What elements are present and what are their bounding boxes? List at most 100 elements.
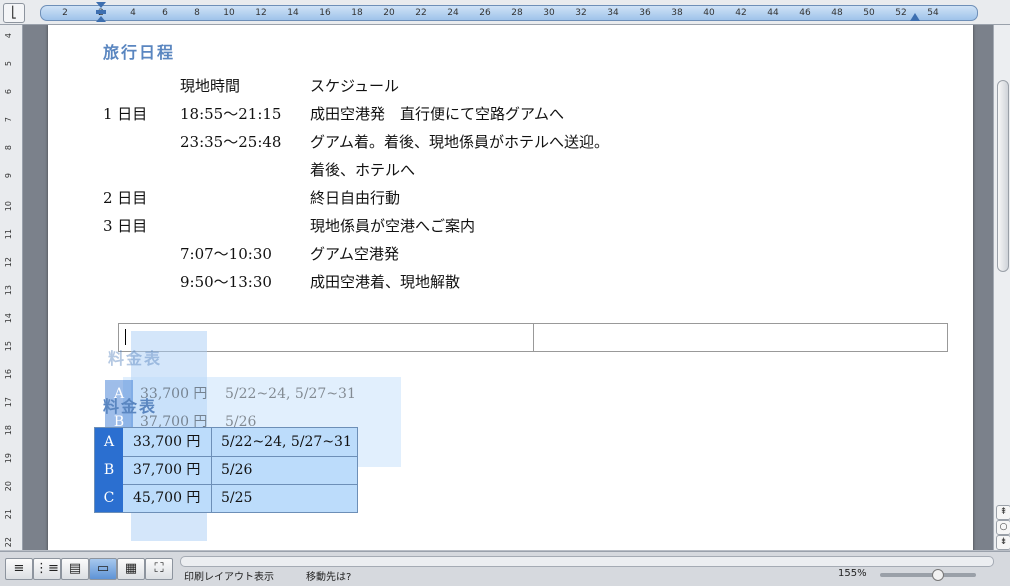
vertical-ruler-tick-label: 19: [4, 453, 13, 464]
ruler-track[interactable]: 2246810121416182022242628303234363840424…: [40, 5, 978, 21]
itinerary-row: 3 日目 現地係員が空港へご案内: [103, 215, 803, 243]
goto-label[interactable]: 移動先は?: [306, 568, 351, 583]
ruler-tick-label: 16: [319, 8, 331, 18]
left-indent-marker[interactable]: [96, 2, 106, 22]
price-row[interactable]: C 45,700 円 5/25: [95, 484, 357, 512]
scroll-thumb[interactable]: [997, 80, 1009, 272]
vertical-scrollbar[interactable]: ⇞ ○ ⇟: [993, 25, 1010, 550]
time-column-header: 現地時間: [180, 77, 241, 95]
vertical-ruler-tick-label: 22: [4, 537, 13, 548]
ruler-tick-label: 22: [415, 8, 427, 18]
price-code: A: [95, 428, 123, 456]
price-code: B: [95, 456, 123, 484]
vertical-ruler-tick-label: 17: [4, 397, 13, 408]
zoom-label: 155%: [838, 568, 867, 579]
full-screen-view-icon[interactable]: ⛶: [145, 558, 173, 580]
print-layout-view-icon[interactable]: ▭: [89, 558, 117, 580]
view-mode-label: 印刷レイアウト表示: [184, 572, 274, 583]
ruler-tick-label: 20: [383, 8, 395, 18]
next-page-icon[interactable]: ⇟: [996, 535, 1010, 550]
document-page[interactable]: 旅行日程 現地時間 スケジュール 1 日目 18:55～21:15 成田空港発 …: [48, 25, 973, 550]
previous-page-icon[interactable]: ⇞: [996, 505, 1010, 520]
schedule-column-header: スケジュール: [310, 77, 399, 95]
ruler-tick-label: 54: [927, 8, 939, 18]
day-label: 1 日目: [103, 105, 148, 123]
horizontal-ruler[interactable]: ⎣ 22468101214161820222426283032343638404…: [0, 0, 1010, 25]
price-value: 37,700 円: [133, 462, 201, 478]
schedule-text: 成田空港着、現地解散: [310, 273, 461, 291]
itinerary-row: 23:35～25:48 グアム着。着後、現地係員がホテルへ送迎。: [103, 131, 803, 159]
vertical-ruler-tick-label: 15: [4, 341, 13, 352]
vertical-ruler-tick-label: 7: [4, 117, 13, 123]
price-dates: 5/25: [221, 490, 253, 506]
outline-view-icon[interactable]: ⋮≡: [33, 558, 61, 580]
ruler-tick-label: 26: [479, 8, 491, 18]
ruler-tick-label: 52: [895, 8, 907, 18]
cell-divider: [211, 428, 212, 456]
text-caret: [125, 329, 126, 345]
ruler-tick-label: 4: [130, 8, 136, 18]
ruler-tick-label: 2: [62, 8, 68, 18]
ghost-dates: 5/22~24, 5/27~31: [225, 386, 356, 402]
price-dates: 5/22~24, 5/27~31: [221, 434, 352, 450]
price-value: 45,700 円: [133, 490, 201, 506]
status-row: 印刷レイアウト表示 移動先は? 155%: [180, 568, 1000, 586]
ruler-tick-label: 36: [639, 8, 651, 18]
schedule-text: 現地係員が空港へご案内: [310, 217, 476, 235]
itinerary-row: 9:50～13:30 成田空港着、現地解散: [103, 271, 803, 299]
ruler-tick-label: 6: [162, 8, 168, 18]
notebook-view-icon[interactable]: ▦: [117, 558, 145, 580]
tab-stop-selector[interactable]: ⎣: [3, 3, 25, 23]
ruler-tick-label: 42: [735, 8, 747, 18]
publishing-view-icon[interactable]: ▤: [61, 558, 89, 580]
status-bar: ≡ ⋮≡ ▤ ▭ ▦ ⛶ 印刷レイアウト表示 移動先は? 155%: [0, 551, 1010, 586]
price-table[interactable]: A 33,700 円 5/22~24, 5/27~31 B 37,700 円 5…: [94, 427, 358, 513]
right-indent-marker[interactable]: [910, 6, 920, 21]
document-workspace[interactable]: 旅行日程 現地時間 スケジュール 1 日目 18:55～21:15 成田空港発 …: [23, 25, 993, 550]
ruler-tick-label: 40: [703, 8, 715, 18]
itinerary-row: 2 日目 終日自由行動: [103, 187, 803, 215]
ruler-tick-label: 8: [194, 8, 200, 18]
vertical-ruler-tick-label: 13: [4, 285, 13, 296]
ruler-tick-label: 44: [767, 8, 779, 18]
itinerary-rows: 1 日目 18:55～21:15 成田空港発 直行便にて空路グアムへ 23:35…: [103, 103, 803, 299]
vertical-ruler-tick-label: 5: [4, 61, 13, 67]
ruler-tick-label: 48: [831, 8, 843, 18]
ruler-tick-label: 10: [223, 8, 235, 18]
time-label: 18:55～21:15: [180, 105, 282, 123]
vertical-ruler-tick-label: 10: [4, 201, 13, 212]
vertical-ruler-tick-label: 11: [4, 229, 13, 240]
horizontal-scrollbar[interactable]: [180, 556, 994, 567]
price-value: 33,700 円: [133, 434, 201, 450]
price-row[interactable]: B 37,700 円 5/26: [95, 456, 357, 485]
schedule-text: 成田空港発 直行便にて空路グアムへ: [310, 105, 564, 123]
vertical-ruler-tick-label: 8: [4, 145, 13, 151]
cell-divider: [211, 456, 212, 484]
itinerary-row: 1 日目 18:55～21:15 成田空港発 直行便にて空路グアムへ: [103, 103, 803, 131]
schedule-text: グアム空港発: [310, 245, 399, 263]
zoom-slider[interactable]: [880, 573, 976, 577]
vertical-ruler-tick-label: 9: [4, 173, 13, 179]
schedule-text: 終日自由行動: [310, 189, 401, 207]
vertical-ruler-tick-label: 18: [4, 425, 13, 436]
ruler-tick-label: 34: [607, 8, 619, 18]
vertical-ruler-tick-label: 16: [4, 369, 13, 380]
ruler-tick-label: 24: [447, 8, 459, 18]
zoom-slider-knob[interactable]: [932, 569, 944, 581]
empty-table[interactable]: [118, 323, 948, 352]
time-label: 23:35～25:48: [180, 133, 282, 151]
ruler-tick-label: 38: [671, 8, 683, 18]
ruler-tick-label: 30: [543, 8, 555, 18]
cell-divider: [211, 484, 212, 512]
vertical-ruler-tick-label: 4: [4, 33, 13, 39]
price-row[interactable]: A 33,700 円 5/22~24, 5/27~31: [95, 428, 357, 457]
schedule-text: 着後、ホテルへ: [310, 161, 416, 179]
vertical-ruler-tick-label: 20: [4, 481, 13, 492]
ruler-tick-label: 32: [575, 8, 587, 18]
draft-view-icon[interactable]: ≡: [5, 558, 33, 580]
ruler-tick-label: 12: [255, 8, 267, 18]
browse-object-icon[interactable]: ○: [996, 520, 1010, 535]
schedule-text: グアム着。着後、現地係員がホテルへ送迎。: [310, 133, 609, 151]
vertical-ruler[interactable]: 4 5 6 7 8 9 10 11 12 13 14 15 16 17 18 19 20 21 22: [0, 25, 23, 550]
table-column-divider[interactable]: [533, 324, 534, 351]
